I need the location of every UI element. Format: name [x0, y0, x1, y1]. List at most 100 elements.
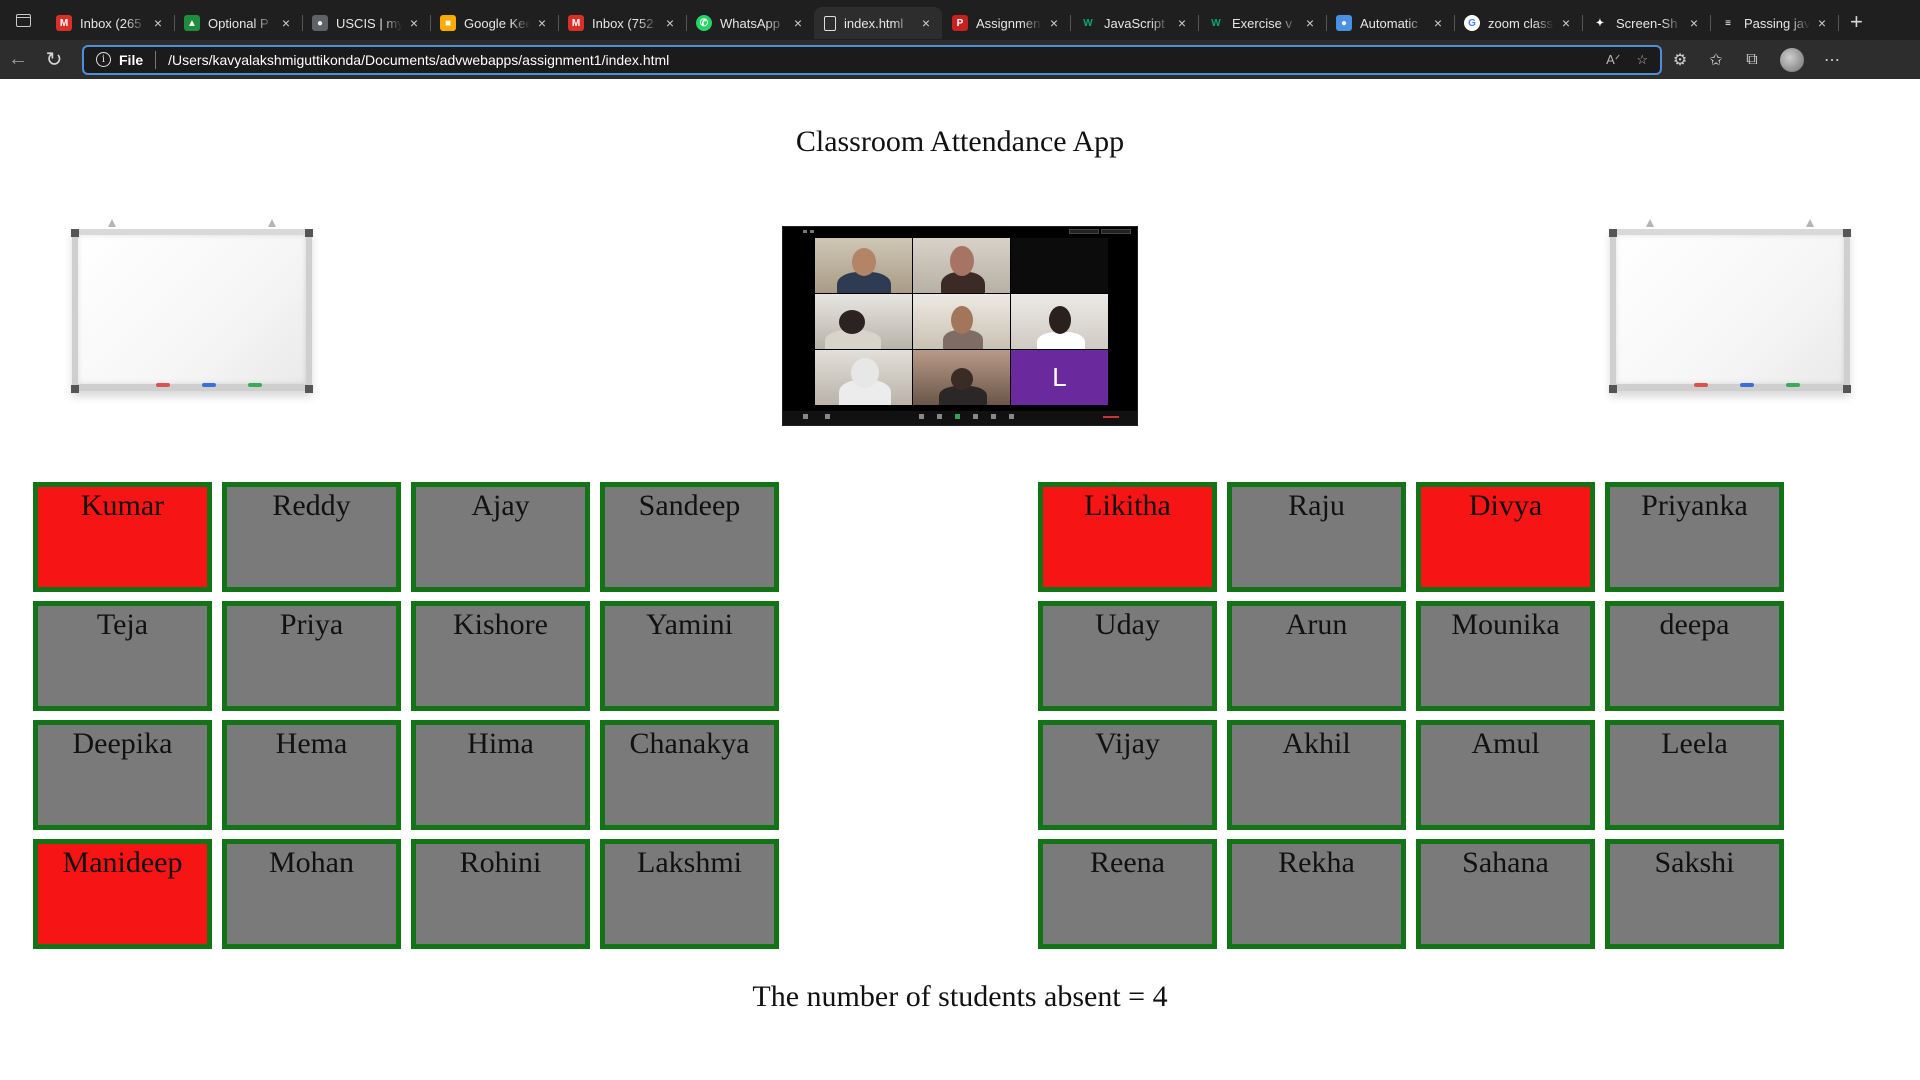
student-card-arun[interactable]: Arun — [1227, 601, 1406, 711]
zoom-fullscreen-button — [1101, 229, 1131, 234]
file-icon — [824, 15, 836, 31]
browser-tab[interactable]: ✆ WhatsApp × — [686, 7, 815, 39]
reload-button[interactable]: ↻ — [36, 42, 72, 78]
extensions-icon[interactable]: ⚙ — [1662, 50, 1698, 70]
participant-tile — [913, 238, 1010, 293]
whiteboard-surface — [72, 229, 312, 391]
browser-tab[interactable]: index.html × — [814, 7, 942, 39]
read-aloud-icon[interactable]: Aᐟ — [1606, 52, 1620, 68]
student-card-priya[interactable]: Priya — [222, 601, 401, 711]
zoom-controls-bar — [783, 411, 1137, 425]
student-card-mohan[interactable]: Mohan — [222, 839, 401, 949]
close-tab-icon[interactable]: × — [1558, 15, 1574, 31]
student-card-teja[interactable]: Teja — [33, 601, 212, 711]
student-card-reddy[interactable]: Reddy — [222, 482, 401, 592]
browser-tab[interactable]: ■ Google Kee × — [430, 7, 559, 39]
student-card-likitha[interactable]: Likitha — [1038, 482, 1217, 592]
close-tab-icon[interactable]: × — [1430, 15, 1446, 31]
browser-tab[interactable]: ✦ Screen-Sh × — [1582, 7, 1711, 39]
back-button[interactable]: ← — [0, 42, 36, 78]
close-tab-icon[interactable]: × — [1046, 15, 1062, 31]
zoom-class-image: L — [782, 226, 1138, 426]
browser-tab[interactable]: ● Automatic × — [1326, 7, 1455, 39]
browser-tab[interactable]: ≡ Passing jav × — [1710, 7, 1839, 39]
student-card-mounika[interactable]: Mounika — [1416, 601, 1595, 711]
drive-icon: ▲ — [184, 15, 200, 31]
student-card-sakshi[interactable]: Sakshi — [1605, 839, 1784, 949]
student-card-vijay[interactable]: Vijay — [1038, 720, 1217, 830]
new-tab-button[interactable]: + — [1850, 9, 1863, 35]
browser-tab[interactable]: M Inbox (265 × — [46, 7, 175, 39]
info-icon[interactable]: i — [96, 52, 111, 67]
collections-icon[interactable]: ⧉ — [1734, 51, 1770, 69]
keep-icon: ■ — [440, 15, 456, 31]
profile-avatar[interactable] — [1780, 47, 1804, 72]
zoom-participants-icon — [937, 414, 942, 419]
absent-count-summary: The number of students absent = 4 — [752, 980, 1168, 1013]
green-marker-icon — [248, 383, 262, 387]
student-card-kumar[interactable]: Kumar — [33, 482, 212, 592]
close-tab-icon[interactable]: × — [1174, 15, 1190, 31]
student-card-yamini[interactable]: Yamini — [600, 601, 779, 711]
page-title: Classroom Attendance App — [795, 125, 1125, 158]
tab-title: Screen-Sh — [1616, 15, 1678, 31]
student-card-akhil[interactable]: Akhil — [1227, 720, 1406, 830]
browser-tab[interactable]: W Exercise v × — [1198, 7, 1327, 39]
blue-marker-icon — [1740, 383, 1754, 387]
student-card-rekha[interactable]: Rekha — [1227, 839, 1406, 949]
browser-tab[interactable]: M Inbox (752 × — [558, 7, 687, 39]
student-card-divya[interactable]: Divya — [1416, 482, 1595, 592]
close-tab-icon[interactable]: × — [150, 15, 166, 31]
whiteboard-hook — [108, 219, 116, 227]
close-tab-icon[interactable]: × — [1814, 15, 1830, 31]
student-card-uday[interactable]: Uday — [1038, 601, 1217, 711]
student-card-priyanka[interactable]: Priyanka — [1605, 482, 1784, 592]
student-card-kishore[interactable]: Kishore — [411, 601, 590, 711]
add-favorite-icon[interactable]: ☆ — [1636, 52, 1648, 68]
student-card-rohini[interactable]: Rohini — [411, 839, 590, 949]
student-card-lakshmi[interactable]: Lakshmi — [600, 839, 779, 949]
tab-title: Google Kee — [464, 15, 530, 31]
participant-initial: L — [1052, 362, 1067, 392]
close-tab-icon[interactable]: × — [1686, 15, 1702, 31]
address-bar[interactable]: i File /Users/kavyalakshmiguttikonda/Doc… — [82, 44, 1662, 75]
student-card-manideep[interactable]: Manideep — [33, 839, 212, 949]
whiteboard-corner — [305, 385, 313, 393]
student-card-reena[interactable]: Reena — [1038, 839, 1217, 949]
student-card-amul[interactable]: Amul — [1416, 720, 1595, 830]
browser-tab[interactable]: W JavaScript × — [1070, 7, 1199, 39]
browser-tab[interactable]: Gzoom class × — [1454, 7, 1583, 39]
student-card-chanakya[interactable]: Chanakya — [600, 720, 779, 830]
screenshot-icon: ✦ — [1592, 15, 1608, 31]
close-tab-icon[interactable]: × — [1302, 15, 1318, 31]
browser-tab[interactable]: ● USCIS | my × — [302, 7, 431, 39]
browser-tab-bar: M Inbox (265 × ▲ Optional P × ● USCIS | my × ■ Goo… — [0, 0, 1920, 40]
tab-actions-button[interactable] — [0, 0, 46, 40]
close-tab-icon[interactable]: × — [278, 15, 294, 31]
student-card-deepika[interactable]: Deepika — [33, 720, 212, 830]
browser-tab[interactable]: P Assignmen × — [942, 7, 1071, 39]
close-tab-icon[interactable]: × — [790, 15, 806, 31]
student-card-hima[interactable]: Hima — [411, 720, 590, 830]
close-tab-icon[interactable]: × — [534, 15, 550, 31]
whiteboard-corner — [1843, 385, 1851, 393]
favorites-icon[interactable]: ✩ — [1698, 50, 1734, 70]
close-tab-icon[interactable]: × — [918, 15, 934, 31]
address-url[interactable]: /Users/kavyalakshmiguttikonda/Documents/… — [168, 52, 1590, 68]
address-scheme: File — [119, 51, 144, 68]
zoom-status-icon — [810, 230, 814, 233]
browser-tab[interactable]: ▲ Optional P × — [174, 7, 303, 39]
student-card-raju[interactable]: Raju — [1227, 482, 1406, 592]
close-tab-icon[interactable]: × — [406, 15, 422, 31]
student-card-sandeep[interactable]: Sandeep — [600, 482, 779, 592]
student-card-sahana[interactable]: Sahana — [1416, 839, 1595, 949]
more-menu-icon[interactable]: ⋯ — [1814, 50, 1850, 70]
student-card-ajay[interactable]: Ajay — [411, 482, 590, 592]
zoom-record-icon — [991, 414, 996, 419]
whiteboard-surface — [1610, 229, 1850, 391]
close-tab-icon[interactable]: × — [662, 15, 678, 31]
student-card-deepa[interactable]: deepa — [1605, 601, 1784, 711]
tab-title: Optional P — [208, 15, 269, 31]
student-card-leela[interactable]: Leela — [1605, 720, 1784, 830]
student-card-hema[interactable]: Hema — [222, 720, 401, 830]
